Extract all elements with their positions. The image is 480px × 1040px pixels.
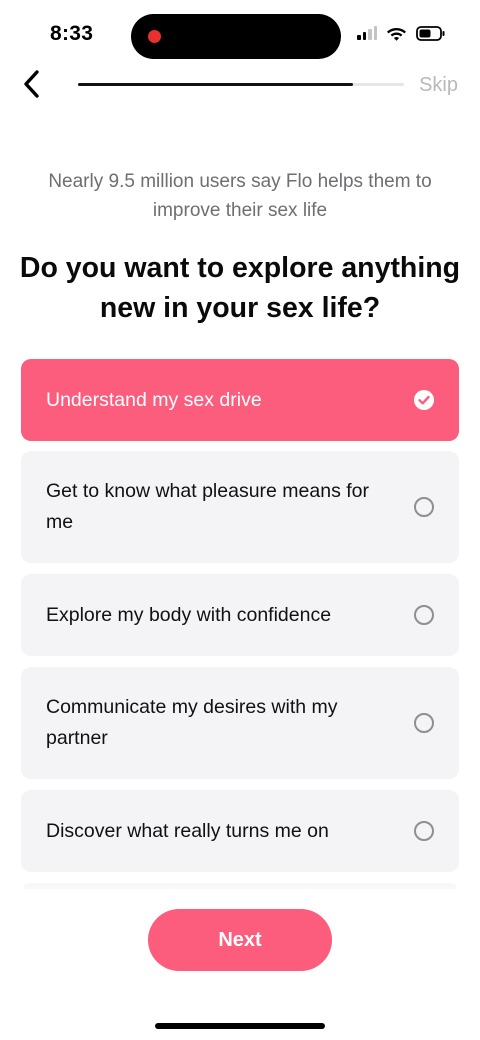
option-pleasure-meaning[interactable]: Get to know what pleasure means for me [21, 451, 459, 563]
progress-fill [78, 83, 354, 86]
next-button[interactable]: Next [148, 909, 332, 971]
status-bar: 8:33 [0, 0, 480, 70]
option-label: Get to know what pleasure means for me [46, 480, 369, 533]
chevron-left-icon [24, 70, 39, 98]
option-turns-me-on[interactable]: Discover what really turns me on [21, 790, 459, 872]
radio-unchecked-icon [414, 713, 434, 733]
option-label: Explore my body with confidence [46, 603, 332, 626]
subtitle: Nearly 9.5 million users say Flo helps t… [48, 171, 432, 221]
option-label: Communicate my desires with my partner [46, 696, 338, 749]
progress-bar [78, 83, 404, 86]
back-button[interactable] [14, 66, 50, 102]
option-explore-body[interactable]: Explore my body with confidence [21, 574, 459, 656]
home-indicator [155, 1023, 325, 1029]
status-icons [357, 25, 446, 41]
checkmark-circle-icon [414, 390, 434, 410]
skip-button[interactable]: Skip [419, 74, 458, 97]
top-nav: Skip [0, 62, 480, 108]
option-list: Understand my sex drive Get to know what… [21, 359, 459, 889]
radio-unchecked-icon [414, 821, 434, 841]
status-time: 8:33 [50, 22, 94, 45]
radio-unchecked-icon [414, 605, 434, 625]
option-label: Discover what really turns me on [46, 819, 329, 842]
option-label: Understand my sex drive [46, 388, 262, 411]
dynamic-island [131, 14, 341, 59]
wifi-icon [387, 28, 406, 41]
page-title: Do you want to explore anything new in y… [19, 252, 461, 324]
battery-icon [416, 25, 445, 41]
option-understand-sex-drive[interactable]: Understand my sex drive [21, 359, 459, 441]
option-communicate-desires[interactable]: Communicate my desires with my partner [21, 667, 459, 779]
radio-unchecked-icon [414, 497, 434, 517]
recording-indicator-icon [148, 30, 161, 43]
cellular-signal-icon [357, 26, 377, 40]
bottom-fade [0, 870, 480, 910]
